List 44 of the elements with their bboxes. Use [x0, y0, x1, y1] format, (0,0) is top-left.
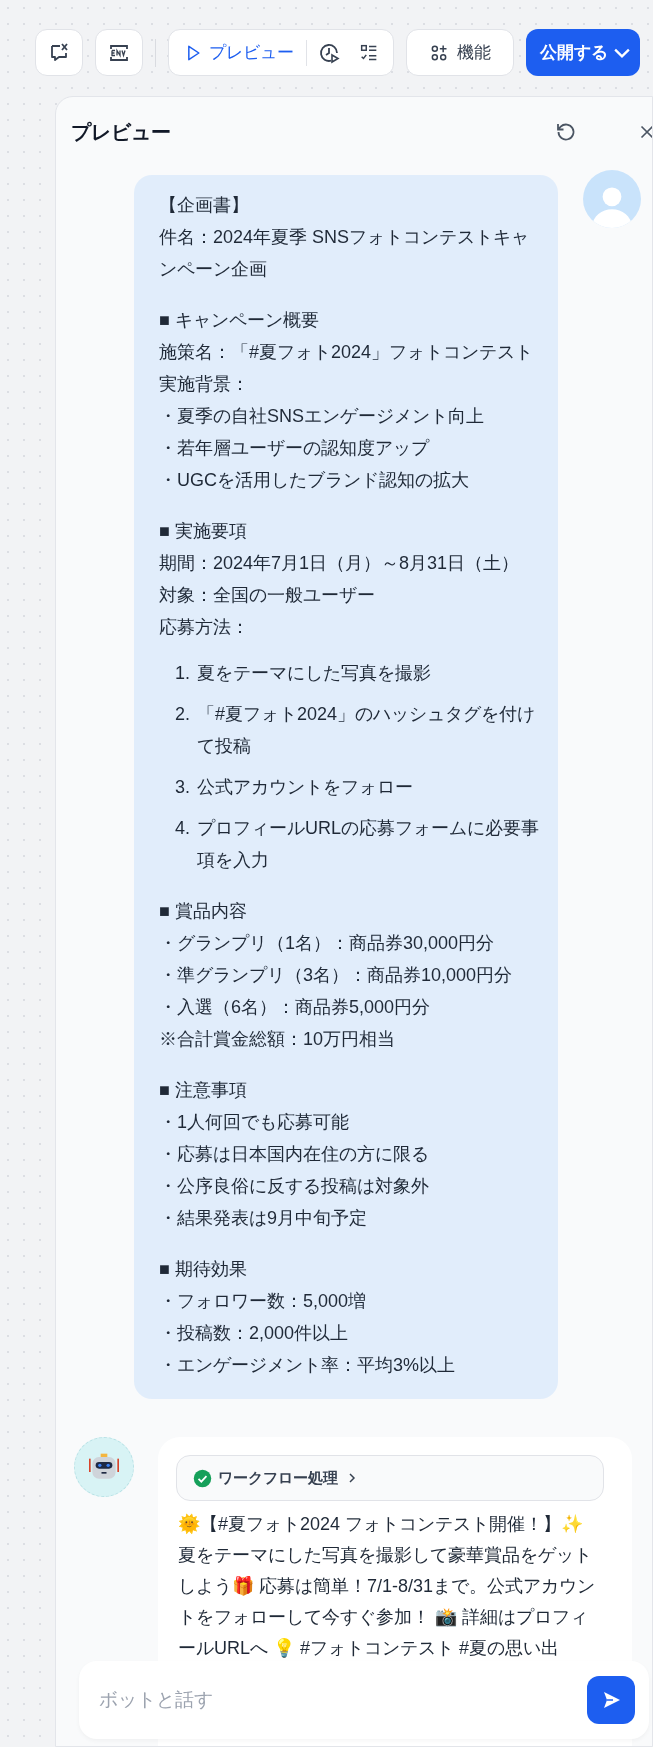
- message-line: ■ キャンペーン概要: [159, 309, 320, 332]
- message-line: 実施背景：: [159, 373, 250, 396]
- panel-title: プレビュー: [71, 120, 171, 145]
- step-text: 夏をテーマにした写真を撮影: [197, 662, 431, 685]
- message-line: ■ 実施要項: [159, 520, 248, 543]
- message-line: ・応募は日本国内在住の方に限る: [159, 1143, 430, 1166]
- message-line: ・UGCを活用したブランド認知の拡大: [159, 469, 470, 492]
- env-button[interactable]: [95, 29, 143, 76]
- message-line: ・グランプリ（1名）：商品券30,000円分: [159, 932, 496, 955]
- message-line: 期間：2024年7月1日（月）～8月31日（土）: [159, 552, 521, 575]
- message-line: ・公序良俗に反する投稿は対象外: [159, 1175, 430, 1198]
- publish-button[interactable]: 公開する: [526, 29, 640, 76]
- message-line: ・夏季の自社SNSエンゲージメント向上: [159, 405, 485, 428]
- message-line: ※合計賞金総額：10万円相当: [159, 1028, 397, 1051]
- chat-input-field[interactable]: ボットと話す: [99, 1680, 587, 1720]
- message-line: ・準グランプリ（3名）：商品券10,000円分: [159, 964, 514, 987]
- preview-button[interactable]: プレビュー: [175, 34, 302, 71]
- bot-message-text: 🌞【#夏フォト2024 フォトコンテスト開催！】✨ 夏をテーマにした写真を撮影して豪華賞品をゲットしよう🎁 応募は簡単！7/1-8/31まで。公式アカウントをフォローして今すぐ参加！ 📸 詳細はプロフィールURLへ 💡 #フォトコンテスト #夏の思い出: [177, 1512, 597, 1660]
- workflow-button[interactable]: ワークフロー処理: [176, 1455, 604, 1501]
- message-line: ■ 期待効果: [159, 1258, 248, 1281]
- message-line: ・エンゲージメント率：平均3%以上: [159, 1354, 456, 1377]
- features-button[interactable]: 機能: [406, 29, 514, 76]
- message-line: ■ 注意事項: [159, 1079, 248, 1102]
- message-line: 【企画書】: [159, 194, 250, 217]
- message-line: 施策名：「#夏フォト2024」フォトコンテスト: [159, 341, 535, 364]
- send-button[interactable]: [587, 1676, 635, 1724]
- message-line: ■ 賞品内容: [159, 900, 248, 923]
- step-number: 3.: [175, 776, 191, 799]
- message-line: ・1人何回でも応募可能: [159, 1111, 350, 1134]
- step-text: プロフィールURLの応募フォームに必要事項を入力: [197, 817, 540, 872]
- step-text: 「#夏フォト2024」のハッシュタグを付けて投稿: [197, 703, 537, 758]
- message-line: ・投稿数：2,000件以上: [159, 1322, 350, 1345]
- message-line: 対象：全国の一般ユーザー: [159, 584, 376, 607]
- step-number: 2.: [175, 703, 191, 726]
- message-line: ・入選（6名）：商品券5,000円分: [159, 996, 432, 1019]
- step-text: 公式アカウントをフォロー: [197, 776, 413, 799]
- message-line: 件名：2024年夏季 SNSフォトコンテストキャンペーン企画: [159, 226, 531, 281]
- step-number: 4.: [175, 817, 191, 840]
- message-line: ・結果発表は9月中旬予定: [159, 1207, 368, 1230]
- message-line: ・フォロワー数：5,000増: [159, 1290, 368, 1313]
- step-number: 1.: [175, 662, 191, 685]
- message-line: ・若年層ユーザーの認知度アップ: [159, 437, 431, 460]
- message-line: 応募方法：: [159, 616, 250, 639]
- variable-button[interactable]: [35, 29, 83, 76]
